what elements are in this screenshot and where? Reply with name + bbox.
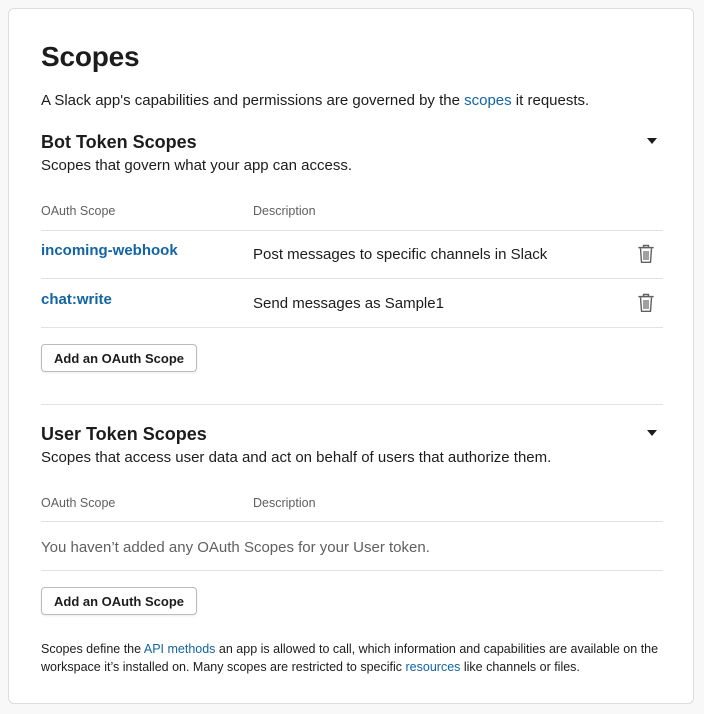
user-token-scopes-title: User Token Scopes: [41, 424, 207, 444]
intro-text-end: it requests.: [511, 92, 590, 109]
scope-description: Send messages as Sample1: [253, 295, 444, 312]
column-header-description: Description: [253, 204, 316, 218]
divider: [41, 278, 663, 279]
footer-text: Scopes define the: [41, 642, 144, 656]
intro-text: A Slack app's capabilities and permissio…: [41, 92, 589, 109]
scope-name-chat-write[interactable]: chat:write: [41, 291, 112, 308]
caret-down-icon[interactable]: [647, 138, 657, 144]
scope-description: Post messages to specific channels in Sl…: [253, 246, 548, 263]
footer-note: Scopes define the API methods an app is …: [41, 640, 671, 676]
bot-token-scopes-description: Scopes that govern what your app can acc…: [41, 157, 353, 174]
divider: [41, 230, 663, 231]
column-header-oauth-scope: OAuth Scope: [41, 496, 116, 510]
api-methods-link[interactable]: API methods: [144, 642, 216, 656]
user-token-scopes-description: Scopes that access user data and act on …: [41, 449, 552, 466]
intro-text-start: A Slack app's capabilities and permissio…: [41, 92, 465, 109]
trash-icon[interactable]: [637, 293, 655, 313]
scopes-link[interactable]: scopes: [464, 92, 512, 109]
column-header-description: Description: [253, 496, 316, 510]
page-title: Scopes: [41, 41, 140, 72]
caret-down-icon[interactable]: [647, 430, 657, 436]
divider: [41, 570, 663, 571]
resources-link[interactable]: resources: [406, 660, 461, 674]
scopes-card: Scopes A Slack app's capabilities and pe…: [8, 8, 694, 704]
trash-icon[interactable]: [637, 244, 655, 264]
empty-state-text: You haven’t added any OAuth Scopes for y…: [41, 539, 430, 556]
add-bot-scope-button[interactable]: Add an OAuth Scope: [41, 344, 197, 372]
divider: [41, 521, 663, 522]
footer-text: like channels or files.: [460, 660, 580, 674]
column-header-oauth-scope: OAuth Scope: [41, 204, 116, 218]
divider: [41, 327, 663, 328]
bot-token-scopes-title: Bot Token Scopes: [41, 132, 197, 152]
section-divider: [41, 404, 663, 405]
add-user-scope-button[interactable]: Add an OAuth Scope: [41, 587, 197, 615]
scope-name-incoming-webhook[interactable]: incoming-webhook: [41, 242, 178, 259]
